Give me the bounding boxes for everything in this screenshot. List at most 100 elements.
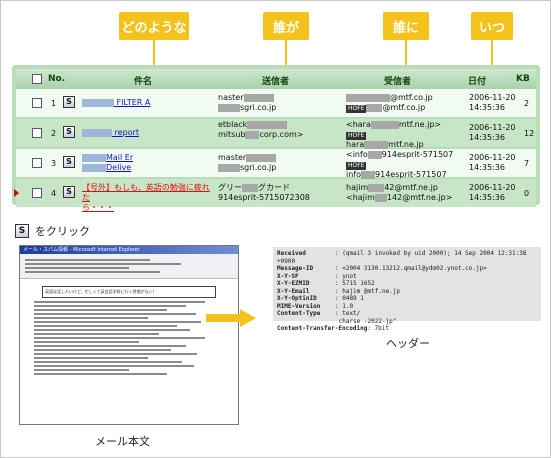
date-text: 2006-11-20 [469,93,516,102]
right-arrow-icon [206,309,256,327]
table-row[interactable]: 1 S FILTER A naster sgri.co.jp @mtf.co.j… [16,89,536,117]
mail-list-panel: No. 件名 送信者 受信者 日付 KB 1 S FILTER A naster… [12,65,540,212]
recipient-text: hajim [346,183,369,192]
spam-icon[interactable]: S [63,96,75,108]
spam-icon[interactable]: S [63,156,75,168]
sender-text: corp.com> [259,130,304,139]
subject-text: ら・・・ [82,203,114,212]
recipient-text: <hara [346,120,371,129]
row-number: 3 [51,159,57,168]
mail-body-window: メール・スパム情報 - Microsoft Internet Explorer … [19,245,239,425]
header-line: X-Y-EZMID: 5715 1652 [277,280,375,287]
recipient-text: mtf.ne.jp> [398,120,442,129]
click-instruction-text: をクリック [35,225,90,238]
mail-body-caption: メール本文 [95,435,150,448]
sender-cell: etblack mitsub corp.com> [218,120,336,140]
row-number: 4 [51,189,57,198]
tag-what: どのような [119,12,189,70]
date-cell: 2006-11-20 14:35:36 [469,93,519,113]
redacted-block [82,163,106,172]
redacted-block [367,150,382,159]
table-row[interactable]: 2 S report etblack mitsub corp.com> <hara… [16,119,536,150]
header-line: Received: (qmail 3 invoked by uid 2000);… [277,250,527,265]
sender-text: etblack [218,120,248,129]
recipient-text: @mtf.co.jp [382,103,426,112]
redacted-block [247,120,288,129]
size-text: 2 [524,99,530,108]
header-sender[interactable]: 送信者 [262,74,289,87]
recipient-text: 914esprit-571507 [381,150,454,159]
subject-link[interactable]: Mail Er Delive [82,153,212,173]
date-cell: 2006-11-20 14:35:36 [469,153,519,173]
header-badge: HOFE [346,132,367,140]
redacted-block [364,140,389,149]
tag-who: 誰が [263,12,309,70]
header-line: MIME-Version: 1.0 [277,302,354,310]
sender-text: naster [218,93,244,102]
row-checkbox[interactable] [32,158,42,168]
redacted-block [366,103,383,112]
row-number: 2 [51,129,57,138]
spam-icon[interactable]: S [63,186,75,198]
size-text: 12 [524,129,535,138]
select-all-checkbox[interactable] [32,74,42,84]
header-recipient[interactable]: 受信者 [384,74,411,87]
redacted-block [242,183,258,192]
header-no: No. [48,74,66,84]
header-line: Message-ID: <2004 3130.13212.qmail@ydm02… [277,265,487,272]
redacted-block [218,163,240,172]
table-row[interactable]: 3 S Mail Er Delive master sgri.co.jp <in… [16,149,536,179]
redacted-block [82,98,114,107]
date-text: 2006-11-20 [469,123,516,132]
redacted-block [82,128,112,137]
page-frame: どのような 誰が 誰に いつ No. 件名 送信者 受信者 日付 KB 1 S … [0,0,551,458]
recipient-text: hara [346,140,365,149]
row-checkbox[interactable] [32,188,42,198]
tag-when: いつ [471,12,513,70]
header-kb[interactable]: KB [516,74,530,84]
row-checkbox[interactable] [32,128,42,138]
redacted-block [368,183,385,192]
recipient-text: @mtf.co.jp [390,93,433,102]
date-cell: 2006-11-20 14:35:36 [469,183,519,203]
mail-window-titlebar: メール・スパム情報 - Microsoft Internet Explorer [20,246,238,254]
redacted-block [374,193,387,202]
redacted-block [245,130,260,139]
subject-text: Delive [106,163,132,172]
redacted-block [361,170,376,179]
click-instruction: S をクリック [15,223,90,239]
spam-icon: S [15,224,29,238]
header-badge: HOFE [346,162,367,170]
redacted-block [243,93,274,102]
subject-link[interactable]: 【号外】もしも、英語の勉強に疲れた ら・・・ [82,183,212,213]
recipient-cell: @mtf.co.jp HOFE @mtf.co.jp [346,93,456,113]
subject-link[interactable]: FILTER A [82,98,212,108]
table-row[interactable]: 4 S 【号外】もしも、英語の勉強に疲れた ら・・・ グリー グカード 914es… [14,179,536,212]
sender-cell: naster sgri.co.jp [218,93,336,113]
current-row-marker-icon [14,189,19,197]
header-line: X-Y-OptinID: 0489 1 [277,295,364,302]
header-line: X-Y-Email: hajim @mtf.ne.jp [277,287,401,295]
recipient-cell: <hara mtf.ne.jp> HOFE hara mtf.ne.jp [346,120,456,150]
row-number: 1 [51,99,57,108]
redacted-block [218,103,240,112]
mail-body-highlight: 英語は話したいけど、忙しくて英会話学校に行く時間がない！ [42,286,216,298]
size-text: 0 [524,189,530,198]
time-text: 14:35:36 [469,103,505,112]
redacted-block [82,153,106,162]
tag-to-whom: 誰に [383,12,429,70]
header-subject[interactable]: 件名 [134,74,152,87]
subject-link[interactable]: report [82,128,212,138]
row-checkbox[interactable] [32,98,42,108]
spam-icon[interactable]: S [63,126,75,138]
subject-text: 【号外】もしも、英語の勉強に疲れた [82,183,210,202]
sender-text: sgri.co.jp [240,103,277,112]
header-caption: ヘッダー [386,337,430,350]
mail-body-content: 英語は話したいけど、忙しくて英会話学校に行く時間がない！ [20,279,238,381]
date-text: 2006-11-20 [469,183,516,192]
time-text: 14:35:36 [469,193,505,202]
header-date[interactable]: 日付 [468,74,486,87]
redacted-block [370,120,399,129]
sender-text: 914esprit-5715072308 [218,193,310,202]
redacted-block [246,153,277,162]
